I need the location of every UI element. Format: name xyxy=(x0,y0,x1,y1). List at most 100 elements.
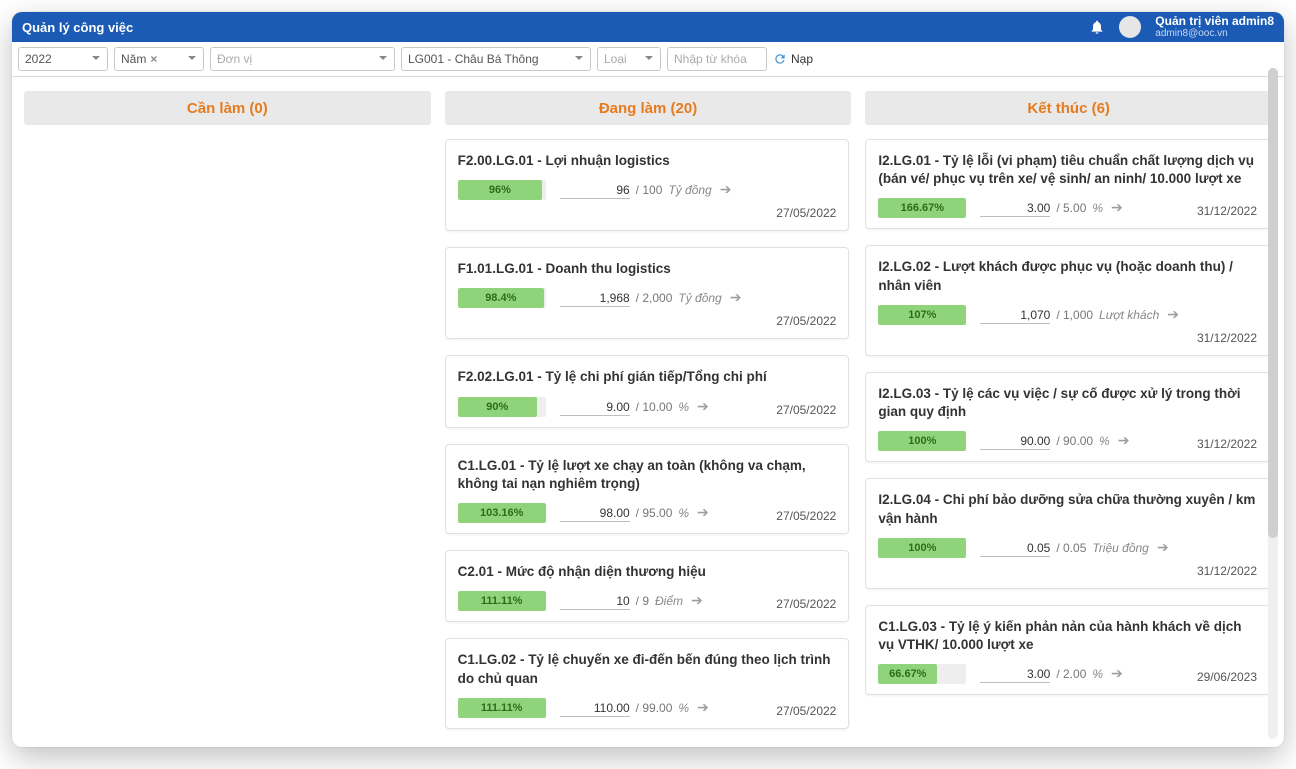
target-value: / 90.00 xyxy=(1056,434,1093,448)
column-done-header: Kết thúc (6) xyxy=(865,91,1272,125)
task-card[interactable]: F1.01.LG.01 - Doanh thu logistics 98.4% 1,… xyxy=(445,247,850,339)
chevron-down-icon xyxy=(378,52,388,66)
titlebar: Quản lý công việc Quản trị viên admin8 a… xyxy=(12,12,1284,42)
kanban-board: Cần làm (0) Đang làm (20) F2.00.LG.01 - … xyxy=(12,77,1284,747)
value-block: 10/ 9Điểm➔ xyxy=(560,592,703,610)
task-metrics-row: 98.4%1,968/ 2,000Tỷ đồng➔ xyxy=(458,288,837,308)
task-card[interactable]: I2.LG.02 - Lượt khách được phục vụ (hoặc… xyxy=(865,245,1270,355)
task-metrics-row: 111.11% 110.00/ 99.00%➔ 27/05/2022 xyxy=(458,698,837,718)
filter-toolbar: 2022 Năm × Đơn vị LG001 - Châu Bá Thông … xyxy=(12,42,1284,77)
year-value: 2022 xyxy=(25,52,52,66)
period-value: Năm xyxy=(121,52,146,66)
arrow-right-icon: ➔ xyxy=(1118,432,1130,449)
value-block: 1,070/ 1,000Lượt khách➔ xyxy=(980,306,1179,324)
employee-select[interactable]: LG001 - Châu Bá Thông xyxy=(401,47,591,71)
unit-label: % xyxy=(678,506,689,520)
task-date: 31/12/2022 xyxy=(1197,204,1257,218)
notification-bell-icon[interactable] xyxy=(1089,19,1105,35)
current-value: 1,968 xyxy=(560,291,630,307)
value-block: 0.05/ 0.05Triệu đồng➔ xyxy=(980,539,1168,557)
current-value: 3.00 xyxy=(980,667,1050,683)
current-value: 110.00 xyxy=(560,701,630,717)
column-doing-body[interactable]: F2.00.LG.01 - Lợi nhuận logistics96%96/ … xyxy=(445,139,852,747)
arrow-right-icon: ➔ xyxy=(691,592,703,609)
clear-period-icon[interactable]: × xyxy=(150,52,157,66)
task-card[interactable]: C1.LG.03 - Tỷ lệ ý kiến phản nản của hàn… xyxy=(865,605,1270,695)
current-value: 3.00 xyxy=(980,201,1050,217)
scrollbar-track[interactable] xyxy=(1268,68,1278,739)
task-card[interactable]: F2.00.LG.01 - Lợi nhuận logistics96%96/ … xyxy=(445,139,850,231)
progress-bar: 90% xyxy=(458,397,546,417)
year-select[interactable]: 2022 xyxy=(18,47,108,71)
progress-fill: 111.11% xyxy=(458,698,546,718)
task-title: I2.LG.04 - Chi phí bảo dưỡng sửa chữa th… xyxy=(878,491,1257,527)
search-input[interactable] xyxy=(667,47,767,71)
task-date: 27/05/2022 xyxy=(776,704,836,718)
user-block[interactable]: Quản trị viên admin8 admin8@ooc.vn xyxy=(1155,15,1274,39)
task-date: 27/05/2022 xyxy=(776,403,836,417)
task-title: F1.01.LG.01 - Doanh thu logistics xyxy=(458,260,837,278)
progress-fill: 103.16% xyxy=(458,503,546,523)
task-date: 31/12/2022 xyxy=(1197,437,1257,451)
unit-label: Tỷ đồng xyxy=(668,183,711,197)
task-title: C1.LG.01 - Tỷ lệ lượt xe chạy an toàn (k… xyxy=(458,457,837,493)
task-metrics-row: 100% 0.05/ 0.05Triệu đồng➔ xyxy=(878,538,1257,558)
value-block: 90.00/ 90.00%➔ xyxy=(980,432,1129,450)
avatar[interactable] xyxy=(1119,16,1141,38)
arrow-right-icon: ➔ xyxy=(730,289,742,306)
task-title: I2.LG.03 - Tỷ lệ các vụ việc / sự cố đượ… xyxy=(878,385,1257,421)
unit-label: % xyxy=(1099,434,1110,448)
target-value: / 10.00 xyxy=(636,400,673,414)
task-date: 27/05/2022 xyxy=(776,597,836,611)
task-title: C1.LG.03 - Tỷ lệ ý kiến phản nản của hàn… xyxy=(878,618,1257,654)
reload-label: Nạp xyxy=(791,52,813,66)
task-card[interactable]: C1.LG.01 - Tỷ lệ lượt xe chạy an toàn (k… xyxy=(445,444,850,534)
progress-fill: 100% xyxy=(878,538,966,558)
task-metrics-row: 107%1,070/ 1,000Lượt khách➔ xyxy=(878,305,1257,325)
arrow-right-icon: ➔ xyxy=(1157,539,1169,556)
progress-fill: 107% xyxy=(878,305,966,325)
column-done-body[interactable]: I2.LG.01 - Tỷ lệ lỗi (vi phạm) tiêu chuẩ… xyxy=(865,139,1272,747)
task-metrics-row: 111.11%10/ 9Điểm➔27/05/2022 xyxy=(458,591,837,611)
task-card[interactable]: C2.01 - Mức độ nhận diện thương hiệu111.… xyxy=(445,550,850,622)
progress-fill: 98.4% xyxy=(458,288,544,308)
unit-label: Lượt khách xyxy=(1099,308,1159,322)
arrow-right-icon: ➔ xyxy=(1111,199,1123,216)
target-value: / 0.05 xyxy=(1056,541,1086,555)
task-card[interactable]: I2.LG.01 - Tỷ lệ lỗi (vi phạm) tiêu chuẩ… xyxy=(865,139,1270,229)
arrow-right-icon: ➔ xyxy=(1111,665,1123,682)
value-block: 3.00/ 2.00%➔ xyxy=(980,665,1122,683)
type-select[interactable]: Loại xyxy=(597,47,661,71)
org-unit-select[interactable]: Đơn vị xyxy=(210,47,395,71)
chevron-down-icon xyxy=(574,52,584,66)
current-value: 1,070 xyxy=(980,308,1050,324)
column-todo-header: Cần làm (0) xyxy=(24,91,431,125)
target-value: / 1,000 xyxy=(1056,308,1093,322)
progress-fill: 90% xyxy=(458,397,537,417)
scrollbar-thumb[interactable] xyxy=(1268,68,1278,538)
column-todo-body[interactable] xyxy=(24,139,431,747)
progress-bar: 166.67% xyxy=(878,198,966,218)
current-value: 98.00 xyxy=(560,506,630,522)
column-doing-header: Đang làm (20) xyxy=(445,91,852,125)
task-card[interactable]: F2.02.LG.01 - Tỷ lệ chi phí gián tiếp/Tổ… xyxy=(445,355,850,427)
task-card[interactable]: C1.LG.02 - Tỷ lệ chuyến xe đi-đến bến đú… xyxy=(445,638,850,728)
reload-button[interactable]: Nạp xyxy=(773,52,813,66)
task-date: 31/12/2022 xyxy=(878,564,1257,578)
period-select[interactable]: Năm × xyxy=(114,47,204,71)
task-card[interactable]: I2.LG.04 - Chi phí bảo dưỡng sửa chữa th… xyxy=(865,478,1270,588)
user-email: admin8@ooc.vn xyxy=(1155,28,1274,39)
task-title: I2.LG.02 - Lượt khách được phục vụ (hoặc… xyxy=(878,258,1257,294)
task-metrics-row: 103.16%98.00/ 95.00%➔27/05/2022 xyxy=(458,503,837,523)
value-block: 110.00/ 99.00%➔ xyxy=(560,699,709,717)
target-value: / 95.00 xyxy=(636,506,673,520)
task-title: F2.02.LG.01 - Tỷ lệ chi phí gián tiếp/Tổ… xyxy=(458,368,837,386)
unit-label: % xyxy=(1092,667,1103,681)
user-name: Quản trị viên admin8 xyxy=(1155,15,1274,28)
task-date: 27/05/2022 xyxy=(458,206,837,220)
org-unit-placeholder: Đơn vị xyxy=(217,52,252,66)
progress-fill: 66.67% xyxy=(878,664,937,684)
task-date: 27/05/2022 xyxy=(458,314,837,328)
task-card[interactable]: I2.LG.03 - Tỷ lệ các vụ việc / sự cố đượ… xyxy=(865,372,1270,462)
unit-label: Điểm xyxy=(655,594,683,608)
